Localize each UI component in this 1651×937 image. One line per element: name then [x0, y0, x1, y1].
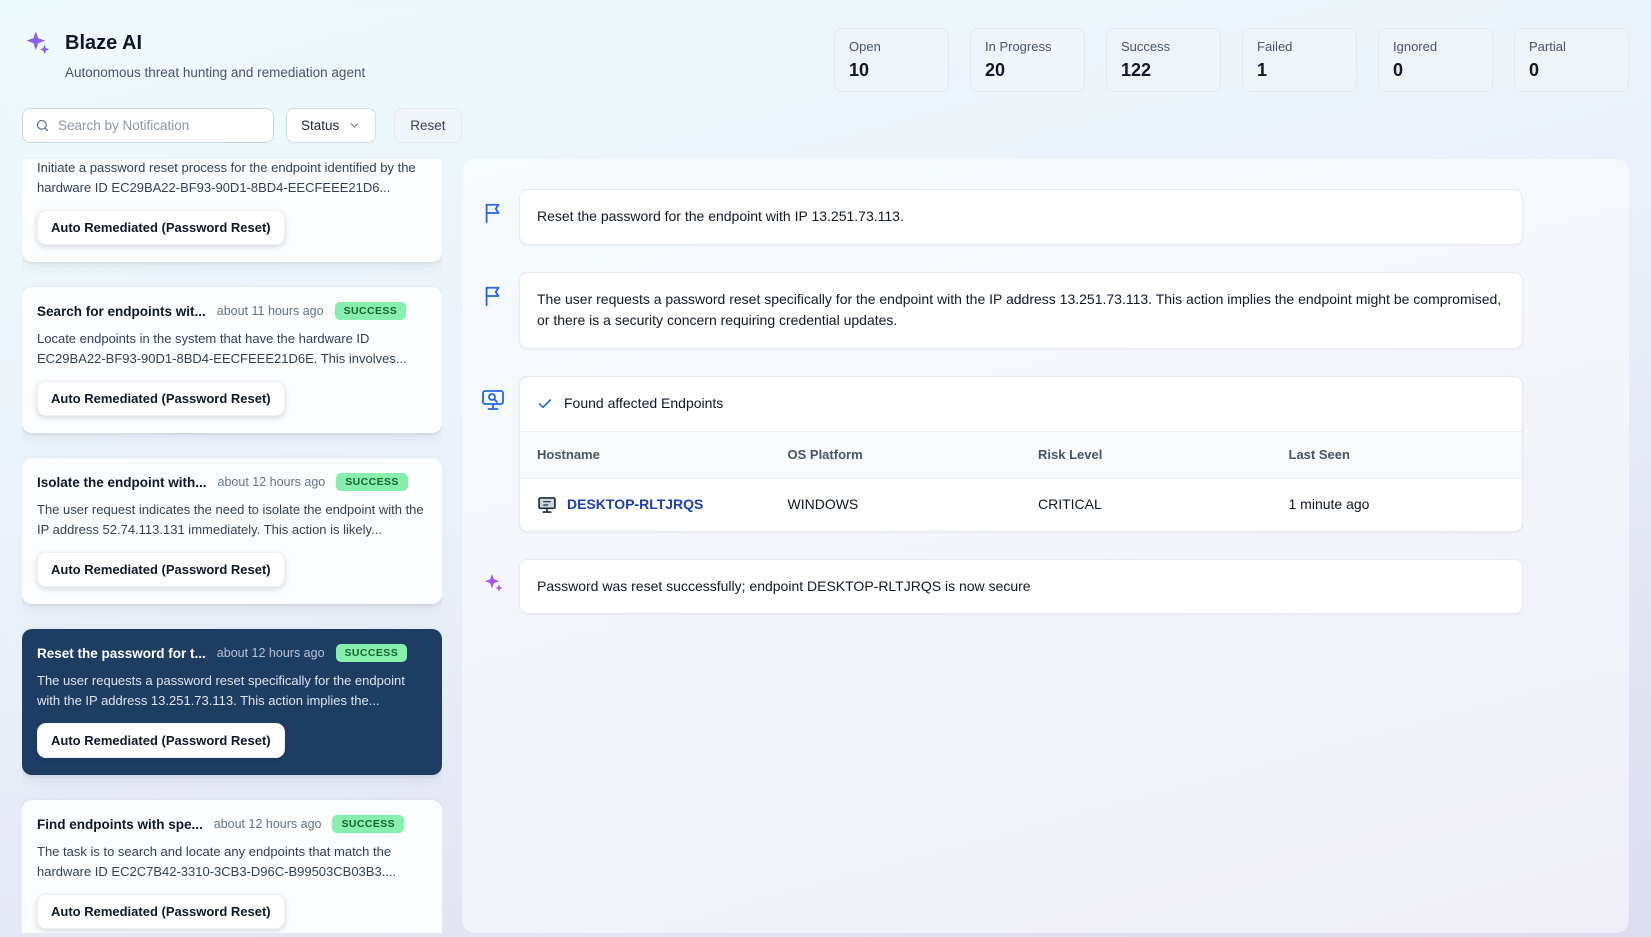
message-row-analysis: The user requests a password reset speci… [478, 271, 1523, 350]
notification-card[interactable]: Search for endpoints wit... about 11 hou… [22, 287, 442, 433]
notification-title: Isolate the endpoint with... [37, 474, 207, 490]
column-hostname: Hostname [520, 430, 771, 479]
search-icon [35, 118, 50, 133]
flag-icon [478, 281, 508, 311]
toolbar: Status Reset [0, 98, 1651, 159]
flag-icon [478, 198, 508, 228]
endpoints-card: Found affected Endpoints Hostname OS Pla… [519, 376, 1523, 532]
notification-description: Locate endpoints in the system that have… [37, 331, 407, 366]
analysis-message: The user requests a password reset speci… [519, 271, 1523, 350]
auto-remediated-button[interactable]: Auto Remediated (Password Reset) [37, 552, 285, 587]
notification-title: Reset the password for t... [37, 645, 206, 661]
stat-card-partial: Partial 0 [1514, 28, 1629, 92]
notification-title: Find endpoints with spe... [37, 816, 203, 832]
status-filter-dropdown[interactable]: Status [286, 108, 377, 143]
stat-label: Success [1121, 39, 1171, 54]
endpoints-card-title: Found affected Endpoints [564, 395, 724, 412]
brand: Blaze AI Autonomous threat hunting and r… [22, 28, 365, 80]
column-os-platform: OS Platform [770, 430, 1021, 479]
notification-time: about 12 hours ago [216, 646, 325, 660]
table-header-row: Hostname OS Platform Risk Level Last See… [520, 430, 1522, 479]
result-message: Password was reset successfully; endpoin… [519, 558, 1523, 615]
app-title: Blaze AI [65, 31, 143, 54]
stat-value: 20 [985, 60, 1006, 80]
os-platform-cell: WINDOWS [787, 495, 859, 512]
stat-card-open: Open 10 [834, 28, 949, 92]
content: Initiate a password reset process for th… [0, 159, 1651, 937]
endpoints-card-header: Found affected Endpoints [520, 377, 1522, 431]
endpoints-table: Hostname OS Platform Risk Level Last See… [520, 430, 1522, 531]
status-badge: SUCCESS [334, 302, 407, 320]
table-row[interactable]: DESKTOP-RLTJRQS WINDOWS CRITICAL 1 minut… [520, 478, 1522, 530]
sparkle-logo-icon [22, 28, 52, 58]
chevron-down-icon [348, 119, 361, 132]
computer-icon [537, 495, 557, 515]
stat-card-success: Success 122 [1106, 28, 1221, 92]
stats-row: Open 10 In Progress 20 Success 122 Faile… [834, 28, 1629, 92]
stat-label: Ignored [1393, 39, 1438, 54]
notification-description: The user request indicates the need to i… [37, 502, 424, 537]
notification-title: Search for endpoints wit... [37, 303, 206, 319]
notification-description: The task is to search and locate any end… [37, 844, 397, 879]
endpoint-scan-icon [478, 385, 508, 415]
auto-remediated-button[interactable]: Auto Remediated (Password Reset) [37, 894, 285, 929]
notification-card[interactable]: Initiate a password reset process for th… [22, 159, 442, 262]
sparkle-icon [478, 568, 508, 598]
header: Blaze AI Autonomous threat hunting and r… [0, 0, 1651, 98]
search-input[interactable] [58, 118, 261, 133]
auto-remediated-button[interactable]: Auto Remediated (Password Reset) [37, 381, 285, 416]
auto-remediated-button[interactable]: Auto Remediated (Password Reset) [37, 723, 285, 758]
reset-filters-button[interactable]: Reset [394, 108, 462, 143]
stat-value: 122 [1121, 60, 1152, 80]
search-box[interactable] [22, 108, 274, 143]
detail-panel: Reset the password for the endpoint with… [462, 159, 1629, 933]
notification-card-selected[interactable]: Reset the password for t... about 12 hou… [22, 629, 442, 775]
notification-time: about 12 hours ago [217, 475, 326, 489]
stat-value: 0 [1393, 60, 1404, 80]
status-badge: SUCCESS [332, 815, 405, 833]
stat-value: 0 [1529, 60, 1540, 80]
notification-list: Initiate a password reset process for th… [22, 159, 442, 933]
notification-description: Initiate a password reset process for th… [37, 160, 416, 195]
hostname-link[interactable]: DESKTOP-RLTJRQS [567, 494, 703, 516]
notification-card[interactable]: Find endpoints with spe... about 12 hour… [22, 800, 442, 933]
message-row-endpoints: Found affected Endpoints Hostname OS Pla… [478, 376, 1523, 532]
message-row-request: Reset the password for the endpoint with… [478, 189, 1523, 245]
stat-label: In Progress [985, 39, 1052, 54]
stat-value: 1 [1257, 60, 1268, 80]
check-icon [537, 396, 553, 412]
stat-label: Open [849, 39, 881, 54]
stat-card-ignored: Ignored 0 [1378, 28, 1493, 92]
notification-card[interactable]: Isolate the endpoint with... about 12 ho… [22, 458, 442, 604]
stat-card-failed: Failed 1 [1242, 28, 1357, 92]
notification-time: about 11 hours ago [216, 304, 324, 318]
column-last-seen: Last Seen [1271, 430, 1522, 479]
stat-card-in-progress: In Progress 20 [970, 28, 1085, 92]
status-filter-label: Status [301, 118, 340, 133]
message-row-result: Password was reset successfully; endpoin… [478, 558, 1523, 615]
auto-remediated-button[interactable]: Auto Remediated (Password Reset) [37, 210, 285, 245]
app-subtitle: Autonomous threat hunting and remediatio… [65, 65, 366, 80]
request-message: Reset the password for the endpoint with… [519, 189, 1523, 245]
risk-level-cell: CRITICAL [1038, 495, 1102, 512]
column-risk-level: Risk Level [1021, 430, 1272, 479]
last-seen-cell: 1 minute ago [1288, 495, 1370, 512]
stat-label: Partial [1529, 39, 1566, 54]
status-badge: SUCCESS [335, 644, 408, 662]
status-badge: SUCCESS [336, 473, 408, 491]
notification-time: about 12 hours ago [213, 817, 322, 831]
stat-value: 10 [849, 60, 870, 80]
notification-description: The user requests a password reset speci… [37, 673, 405, 708]
stat-label: Failed [1257, 39, 1293, 54]
